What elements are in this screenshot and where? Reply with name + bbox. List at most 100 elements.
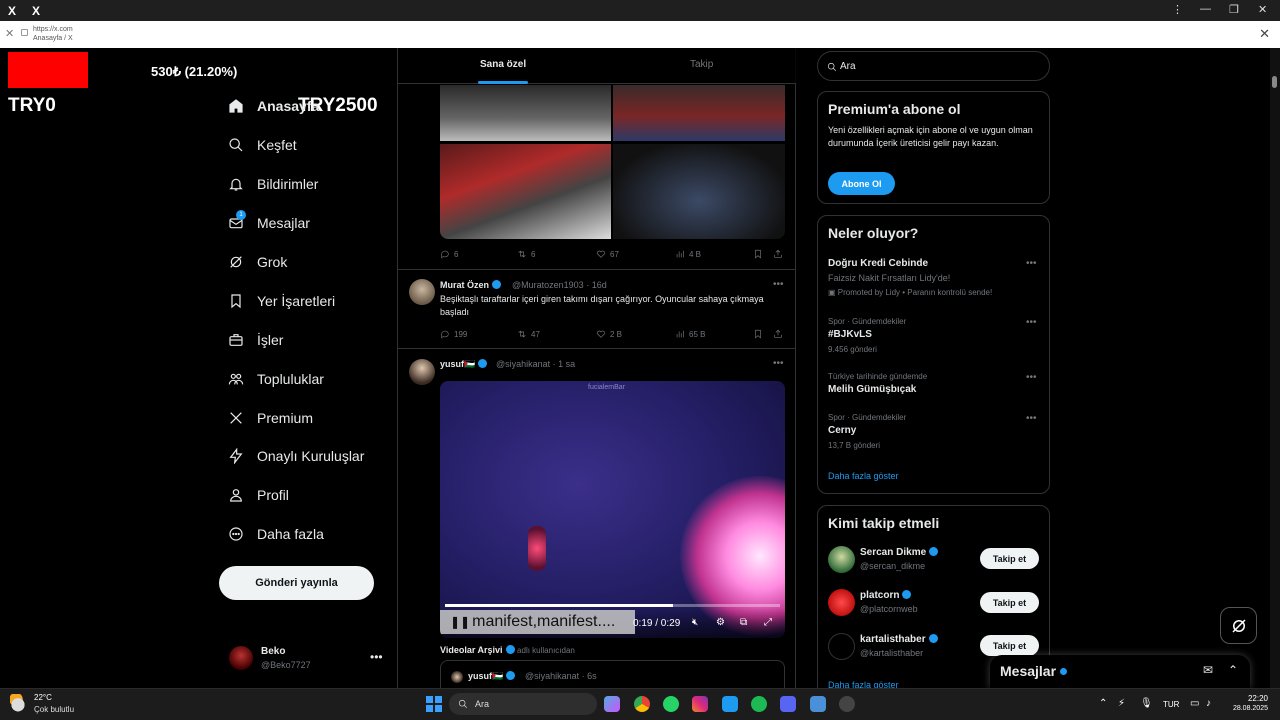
nav-item-premium[interactable]: Premium <box>228 406 313 430</box>
more-icon[interactable]: ••• <box>1026 413 1037 424</box>
video-progress[interactable] <box>445 604 780 607</box>
twitter-icon[interactable] <box>722 696 738 712</box>
nav-item-more[interactable]: Daha fazla <box>228 522 324 546</box>
bookmark-button[interactable] <box>753 329 767 339</box>
like-button[interactable]: 2 B <box>596 329 622 339</box>
nav-item-verified-orgs[interactable]: Onaylı Kuruluşlar <box>228 444 364 468</box>
display-icon[interactable]: ▭ <box>1190 698 1199 709</box>
weather-desc[interactable]: Çok bulutlu <box>34 705 74 714</box>
maximize-icon[interactable]: ❐ <box>1229 3 1239 16</box>
tweet-author[interactable]: yusuf🇵🇸 <box>440 359 488 370</box>
discord-icon[interactable] <box>780 696 796 712</box>
weather-icon[interactable] <box>10 694 30 712</box>
author-handle[interactable]: @Muratozen1903 <box>512 280 584 290</box>
tweet-time[interactable]: 1 sa <box>558 359 575 369</box>
avatar[interactable] <box>828 589 855 616</box>
mute-icon[interactable]: 🔇︎ <box>692 617 698 628</box>
avatar[interactable] <box>828 633 855 660</box>
profile-name[interactable]: Beko <box>261 646 285 657</box>
retweet-button[interactable]: 47 <box>517 329 540 339</box>
close-window-icon[interactable]: ✕ <box>1258 3 1267 16</box>
nav-item-home[interactable]: Anasayfa <box>228 94 319 118</box>
follow-button[interactable]: Takip et <box>980 635 1039 656</box>
messages-drawer[interactable]: Mesajlar ✉ ⌃ <box>990 655 1250 688</box>
nav-item-profile[interactable]: Profil <box>228 483 289 507</box>
more-icon[interactable]: ••• <box>1026 317 1037 328</box>
nav-item-explore[interactable]: Keşfet <box>228 133 297 157</box>
tab-for-you[interactable]: Sana özel <box>480 59 526 70</box>
show-more-link[interactable]: Daha fazla göster <box>828 471 899 481</box>
clock-date[interactable]: 28.08.2025 <box>1226 705 1268 712</box>
scrollbar[interactable] <box>1270 48 1280 688</box>
pip-icon[interactable]: ⧉ <box>740 617 747 628</box>
gear-icon[interactable]: ⚙ <box>716 617 725 628</box>
tweet-image[interactable] <box>440 85 611 141</box>
profile-handle[interactable]: @Beko7727 <box>261 660 311 670</box>
video-source[interactable]: Videolar Arşivi adlı kullanıcıdan <box>440 645 575 655</box>
views-button[interactable]: 65 B <box>675 329 705 339</box>
avatar[interactable] <box>828 546 855 573</box>
retweet-button[interactable]: 6 <box>517 249 535 259</box>
avatar[interactable] <box>409 279 435 305</box>
nav-item-grok[interactable]: Grok <box>228 250 287 274</box>
reply-button[interactable]: 199 <box>440 329 467 339</box>
more-icon[interactable]: ••• <box>773 279 784 290</box>
tweet-image[interactable] <box>440 144 611 239</box>
expand-icon[interactable]: ⌃ <box>1228 663 1238 677</box>
ad-title[interactable]: Doğru Kredi Cebinde <box>828 258 928 269</box>
follow-user-name[interactable]: platcorn <box>860 590 912 601</box>
chrome-icon[interactable] <box>634 696 650 712</box>
more-icon[interactable]: ••• <box>370 650 383 664</box>
tweet-image[interactable] <box>613 144 785 239</box>
grok-button[interactable] <box>1220 607 1257 644</box>
menu-icon[interactable]: ⋮ <box>1172 3 1183 16</box>
scrollbar-thumb[interactable] <box>1272 76 1277 88</box>
more-icon[interactable]: ••• <box>773 358 784 369</box>
follow-button[interactable]: Takip et <box>980 548 1039 569</box>
tweet-image[interactable] <box>613 85 785 141</box>
chevron-up-icon[interactable]: ⌃ <box>1099 698 1107 709</box>
avatar[interactable] <box>229 646 253 670</box>
video-player[interactable]: fucialemBar ❚❚ manifest,manifest.... 0:19… <box>440 381 785 638</box>
pause-icon[interactable]: ❚❚ <box>450 615 470 629</box>
instagram-icon[interactable] <box>692 696 708 712</box>
follow-user-name[interactable]: Sercan Dikme <box>860 547 939 558</box>
close-icon[interactable]: ✕ <box>1259 26 1270 42</box>
windows-start-icon[interactable] <box>426 696 442 712</box>
nav-item-jobs[interactable]: İşler <box>228 328 283 352</box>
nav-item-bookmarks[interactable]: Yer İşaretleri <box>228 289 335 313</box>
microphone-icon[interactable]: 🎙︎ <box>1140 698 1153 709</box>
spotify-icon[interactable] <box>751 696 767 712</box>
language-indicator[interactable]: TUR <box>1163 700 1179 709</box>
share-button[interactable] <box>773 249 787 259</box>
copilot-icon[interactable] <box>604 696 620 712</box>
weather-temp[interactable]: 22°C <box>34 693 52 702</box>
clock-time[interactable]: 22:20 <box>1226 694 1268 703</box>
close-icon[interactable]: ✕ <box>5 27 14 40</box>
search-input[interactable]: Ara <box>817 51 1050 81</box>
more-icon[interactable]: ••• <box>1026 372 1037 383</box>
trend-name[interactable]: Melih Gümüşbıçak <box>828 384 916 395</box>
like-button[interactable]: 67 <box>596 249 619 259</box>
bookmark-button[interactable] <box>753 249 767 259</box>
fullscreen-icon[interactable]: ⤢ <box>764 617 772 628</box>
post-button[interactable]: Gönderi yayınla <box>219 566 374 600</box>
nav-item-notifications[interactable]: Bildirimler <box>228 172 318 196</box>
tweet-author[interactable]: Murat Özen <box>440 280 502 290</box>
taskbar-search[interactable]: Ara <box>449 693 597 715</box>
trend-name[interactable]: #BJKvLS <box>828 329 872 340</box>
new-message-icon[interactable]: ✉ <box>1203 663 1213 677</box>
app-icon[interactable] <box>810 696 826 712</box>
trend-name[interactable]: Cerny <box>828 425 856 436</box>
volume-icon[interactable]: ♪ <box>1206 698 1211 709</box>
nav-item-communities[interactable]: Topluluklar <box>228 367 324 391</box>
subscribe-button[interactable]: Abone Ol <box>828 172 895 195</box>
follow-user-name[interactable]: kartalisthaber <box>860 634 938 645</box>
whatsapp-icon[interactable] <box>663 696 679 712</box>
app-icon[interactable] <box>839 696 855 712</box>
author-handle[interactable]: @siyahikanat <box>496 359 550 369</box>
network-icon[interactable]: ⚡︎ <box>1118 698 1125 709</box>
share-button[interactable] <box>773 329 787 339</box>
views-button[interactable]: 4 B <box>675 249 701 259</box>
follow-button[interactable]: Takip et <box>980 592 1039 613</box>
